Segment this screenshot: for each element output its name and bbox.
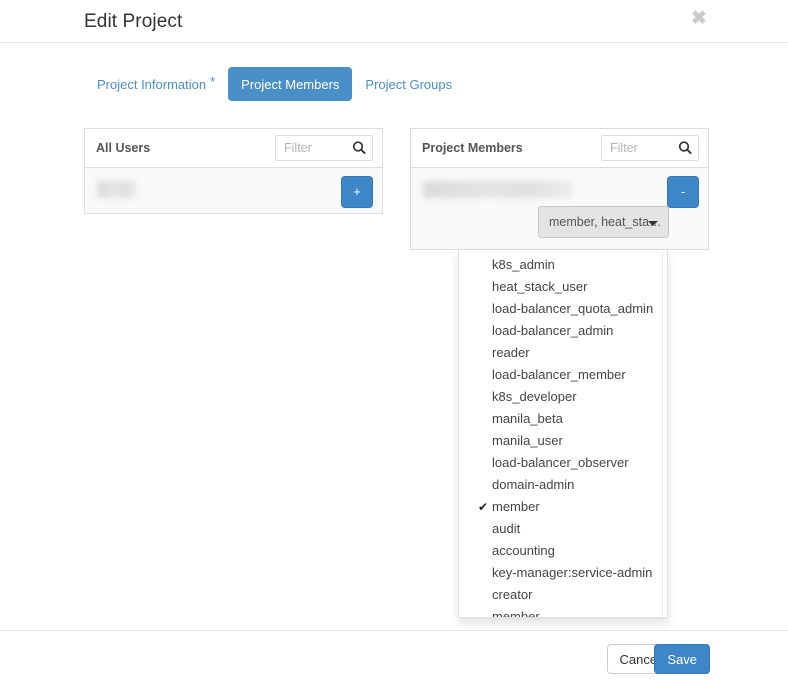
tab-project-information[interactable]: Project Information * — [84, 67, 228, 101]
role-dropdown-item-label: member — [492, 499, 540, 514]
role-dropdown-item[interactable]: load-balancer_admin — [459, 320, 667, 342]
remove-member-button[interactable]: - — [667, 176, 699, 208]
modal-header: Edit Project ✖ — [0, 0, 788, 43]
role-dropdown-item[interactable]: audit — [459, 518, 667, 540]
role-dropdown-item-label: load-balancer_observer — [492, 455, 629, 470]
role-dropdown-item[interactable]: k8s_developer — [459, 386, 667, 408]
tab-project-members[interactable]: Project Members — [228, 67, 353, 101]
role-dropdown-item[interactable]: manila_beta — [459, 408, 667, 430]
tab-project-members-label: Project Members — [241, 76, 340, 92]
role-dropdown-item[interactable]: member — [459, 606, 667, 618]
role-dropdown-item-label: accounting — [492, 543, 555, 558]
role-dropdown-item-label: heat_stack_user — [492, 279, 588, 294]
table-row: + — [85, 168, 382, 213]
user-name-redacted — [97, 181, 137, 198]
role-dropdown-item-label: manila_beta — [492, 411, 563, 426]
role-dropdown-menu[interactable]: k8s_admin heat_stack_user load-balancer_qu… — [458, 250, 668, 618]
project-members-panel: Project Members - member, heat_sta… — [410, 128, 709, 250]
role-dropdown-list: k8s_admin heat_stack_user load-balancer_qu… — [459, 250, 667, 618]
tab-project-information-label: Project Information — [97, 76, 207, 92]
tab-bar: Project Information * Project Members Pr… — [84, 67, 465, 101]
search-icon[interactable] — [678, 140, 692, 156]
project-members-panel-header: Project Members — [411, 129, 708, 168]
close-icon[interactable]: ✖ — [688, 8, 710, 30]
all-users-title: All Users — [96, 141, 151, 155]
role-dropdown-item-label: manila_user — [492, 433, 563, 448]
role-dropdown-item[interactable]: creator — [459, 584, 667, 606]
role-dropdown-item[interactable]: ✔ member — [459, 496, 667, 518]
role-dropdown-item[interactable]: domain-admin — [459, 474, 667, 496]
chevron-down-icon — [648, 221, 658, 226]
role-dropdown-item-label: reader — [492, 345, 530, 360]
role-dropdown-item-label: creator — [492, 587, 533, 602]
role-dropdown-item[interactable]: load-balancer_quota_admin — [459, 298, 667, 320]
project-members-title: Project Members — [422, 141, 523, 155]
role-dropdown-item-label: domain-admin — [492, 477, 575, 492]
role-dropdown-item[interactable]: key-manager:service-admin — [459, 562, 667, 584]
role-dropdown-item[interactable]: manila_user — [459, 430, 667, 452]
role-dropdown-item[interactable]: accounting — [459, 540, 667, 562]
save-button[interactable]: Save — [654, 644, 710, 674]
search-icon[interactable] — [352, 140, 366, 156]
required-marker: * — [210, 73, 216, 89]
all-users-panel: All Users + — [84, 128, 383, 214]
all-users-panel-header: All Users — [85, 129, 382, 168]
project-members-filter-input[interactable] — [602, 136, 678, 160]
role-dropdown-item[interactable]: load-balancer_member — [459, 364, 667, 386]
tab-project-groups[interactable]: Project Groups — [352, 67, 465, 101]
role-dropdown-item-label: k8s_developer — [492, 389, 577, 404]
table-row: - member, heat_sta… — [411, 168, 708, 249]
all-users-filter-box — [275, 135, 373, 161]
check-icon: ✔ — [478, 500, 489, 514]
add-user-button[interactable]: + — [341, 176, 373, 208]
role-dropdown-item-label: audit — [492, 521, 521, 536]
role-dropdown-item[interactable]: heat_stack_user — [459, 276, 667, 298]
dropdown-scrollbar[interactable] — [662, 250, 667, 617]
project-members-filter-box — [601, 135, 699, 161]
all-users-filter-input[interactable] — [276, 136, 352, 160]
role-dropdown-item-label: load-balancer_quota_admin — [492, 301, 654, 316]
tab-project-groups-label: Project Groups — [365, 76, 453, 92]
role-dropdown-item[interactable]: load-balancer_observer — [459, 452, 667, 474]
role-dropdown-item-label: load-balancer_admin — [492, 323, 614, 338]
member-name-redacted — [423, 181, 573, 198]
role-dropdown-item-label: load-balancer_member — [492, 367, 626, 382]
modal-footer: Cancel Save — [0, 630, 788, 680]
member-roles-select[interactable]: member, heat_sta… — [538, 206, 669, 238]
member-roles-select-label: member, heat_sta… — [549, 215, 662, 229]
role-dropdown-item[interactable]: k8s_admin — [459, 254, 667, 276]
role-dropdown-item[interactable]: reader — [459, 342, 667, 364]
role-dropdown-item-label: member — [492, 609, 540, 618]
role-dropdown-item-label: k8s_admin — [492, 257, 555, 272]
role-dropdown-item-label: key-manager:service-admin — [492, 565, 653, 580]
edit-project-modal: Edit Project ✖ Project Information * Pro… — [0, 0, 788, 680]
page-title: Edit Project — [84, 11, 183, 32]
